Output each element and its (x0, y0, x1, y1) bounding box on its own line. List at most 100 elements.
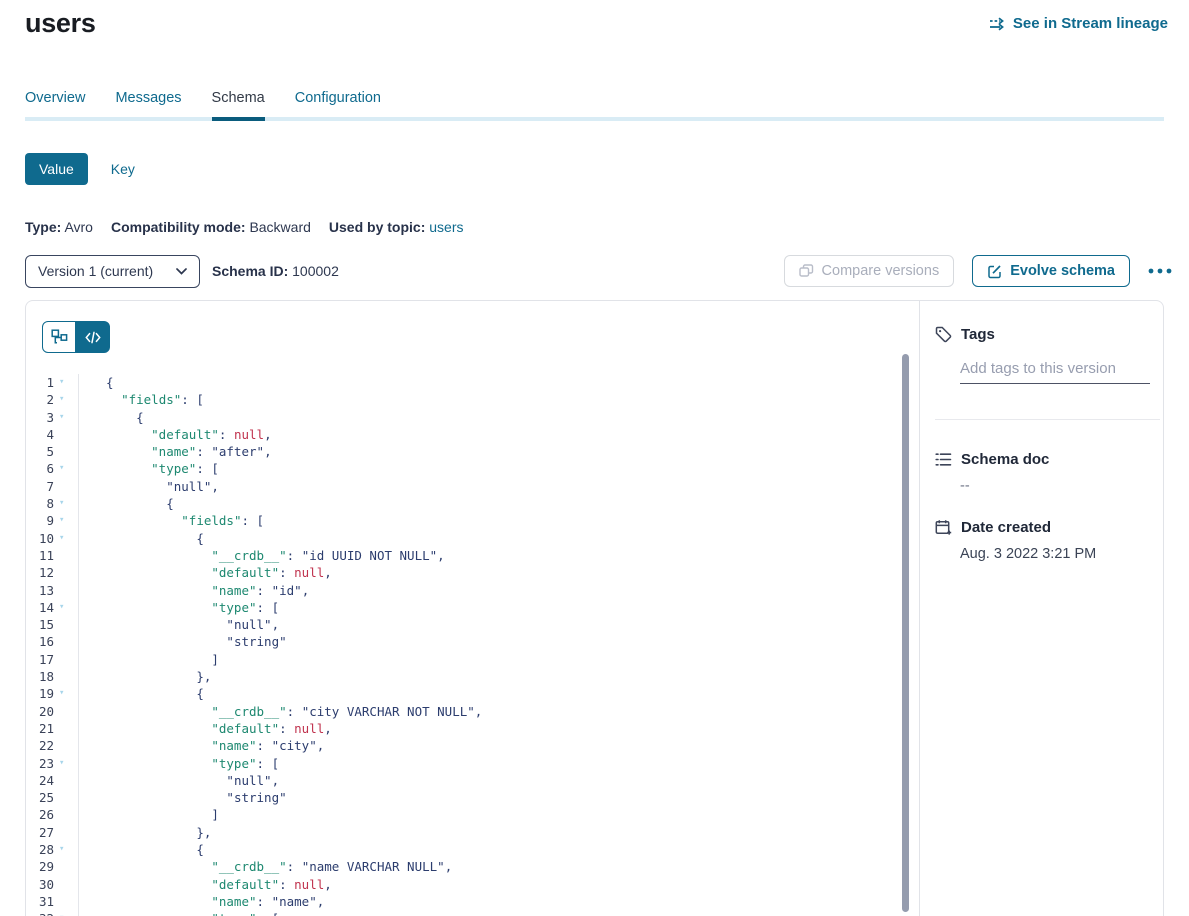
code-line: 11 "__crdb__": "id UUID NOT NULL", (26, 547, 919, 564)
vertical-scrollbar[interactable] (902, 354, 909, 912)
version-select[interactable]: Version 1 (current) (25, 255, 200, 288)
code-text: "default": null, (79, 720, 332, 737)
code-text: "string" (79, 789, 287, 806)
fold-spacer (54, 478, 79, 495)
lineage-link-label: See in Stream lineage (1013, 15, 1168, 32)
line-number: 16 (26, 633, 54, 650)
tag-icon (935, 326, 952, 343)
tree-view-button[interactable] (42, 321, 76, 353)
fold-toggle-icon[interactable]: ▾ (54, 841, 79, 858)
code-line: 28▾ { (26, 841, 919, 858)
code-line: 15 "null", (26, 616, 919, 633)
code-text: ] (79, 651, 219, 668)
code-text: }, (79, 668, 211, 685)
line-number: 22 (26, 737, 54, 754)
fold-spacer (54, 789, 79, 806)
fold-toggle-icon[interactable]: ▾ (54, 460, 79, 477)
code-view-icon (85, 331, 101, 344)
compare-versions-button[interactable]: Compare versions (784, 255, 955, 287)
add-tags-input[interactable] (960, 360, 1150, 384)
tab-bar: Overview Messages Schema Configuration (25, 88, 1164, 121)
evolve-schema-button[interactable]: Evolve schema (972, 255, 1130, 287)
line-number: 31 (26, 893, 54, 910)
fold-spacer (54, 876, 79, 893)
code-line: 22 "name": "city", (26, 737, 919, 754)
tags-section: Tags (935, 326, 1149, 384)
code-text: "fields": [ (79, 512, 264, 529)
line-number: 11 (26, 547, 54, 564)
tab-messages[interactable]: Messages (115, 88, 181, 108)
code-editor[interactable]: 1▾{2▾ "fields": [3▾ {4 "default": null,5… (26, 374, 919, 916)
line-number: 6 (26, 460, 54, 477)
code-line: 10▾ { (26, 530, 919, 547)
fold-spacer (54, 443, 79, 460)
tab-schema[interactable]: Schema (212, 88, 265, 108)
fold-toggle-icon[interactable]: ▾ (54, 685, 79, 702)
fold-toggle-icon[interactable]: ▾ (54, 755, 79, 772)
line-number: 3 (26, 409, 54, 426)
fold-toggle-icon[interactable]: ▾ (54, 409, 79, 426)
code-text: { (79, 409, 144, 426)
fold-toggle-icon[interactable]: ▾ (54, 530, 79, 547)
code-line: 31 "name": "name", (26, 893, 919, 910)
fold-spacer (54, 651, 79, 668)
code-view-button[interactable] (76, 321, 110, 353)
code-line: 19▾ { (26, 685, 919, 702)
fold-toggle-icon[interactable]: ▾ (54, 374, 79, 391)
code-text: "type": [ (79, 599, 279, 616)
code-line: 18 }, (26, 668, 919, 685)
fold-toggle-icon[interactable]: ▾ (54, 599, 79, 616)
schema-code-region: 1▾{2▾ "fields": [3▾ {4 "default": null,5… (26, 301, 919, 916)
code-text: "default": null, (79, 876, 332, 893)
see-in-stream-lineage-link[interactable]: See in Stream lineage (989, 15, 1168, 32)
code-text: "fields": [ (79, 391, 204, 408)
code-text: "type": [ (79, 910, 279, 916)
line-number: 32 (26, 910, 54, 916)
fold-spacer (54, 616, 79, 633)
schema-type: Type: Avro (25, 219, 93, 235)
tab-configuration[interactable]: Configuration (295, 88, 381, 108)
code-text: "type": [ (79, 460, 219, 477)
line-number: 14 (26, 599, 54, 616)
fold-toggle-icon[interactable]: ▾ (54, 512, 79, 529)
fold-spacer (54, 720, 79, 737)
code-line: 23▾ "type": [ (26, 755, 919, 772)
schema-meta-row: Type: Avro Compatibility mode: Backward … (25, 219, 464, 235)
code-text: "__crdb__": "name VARCHAR NULL", (79, 858, 452, 875)
date-created-value: Aug. 3 2022 3:21 PM (960, 546, 1149, 562)
code-text: }, (79, 824, 211, 841)
fold-toggle-icon[interactable]: ▾ (54, 910, 79, 916)
key-tab-button[interactable]: Key (111, 161, 135, 177)
code-line: 30 "default": null, (26, 876, 919, 893)
code-text: { (79, 530, 204, 547)
double-arrow-right-icon (989, 17, 1006, 31)
code-text: "name": "after", (79, 443, 272, 460)
line-number: 28 (26, 841, 54, 858)
line-number: 2 (26, 391, 54, 408)
fold-toggle-icon[interactable]: ▾ (54, 495, 79, 512)
schema-doc-section: Schema doc -- (935, 451, 1149, 494)
tags-title: Tags (961, 326, 995, 343)
fold-toggle-icon[interactable]: ▾ (54, 391, 79, 408)
code-text: "name": "id", (79, 582, 309, 599)
value-tab-button[interactable]: Value (25, 153, 88, 185)
copy-icon (799, 264, 814, 278)
more-options-button[interactable] (1148, 268, 1172, 274)
tab-overview[interactable]: Overview (25, 88, 85, 108)
topic-link[interactable]: users (429, 219, 463, 235)
code-text: "default": null, (79, 426, 272, 443)
code-line: 2▾ "fields": [ (26, 391, 919, 408)
code-text: "default": null, (79, 564, 332, 581)
compatibility-mode: Compatibility mode: Backward (111, 219, 311, 235)
code-line: 29 "__crdb__": "name VARCHAR NULL", (26, 858, 919, 875)
code-text: "name": "city", (79, 737, 324, 754)
line-number: 24 (26, 772, 54, 789)
fold-spacer (54, 858, 79, 875)
edit-icon (987, 264, 1002, 279)
line-number: 15 (26, 616, 54, 633)
code-line: 20 "__crdb__": "city VARCHAR NOT NULL", (26, 703, 919, 720)
code-text: { (79, 685, 204, 702)
schema-doc-value: -- (960, 478, 1149, 494)
code-text: { (79, 374, 114, 391)
list-icon (935, 452, 952, 467)
